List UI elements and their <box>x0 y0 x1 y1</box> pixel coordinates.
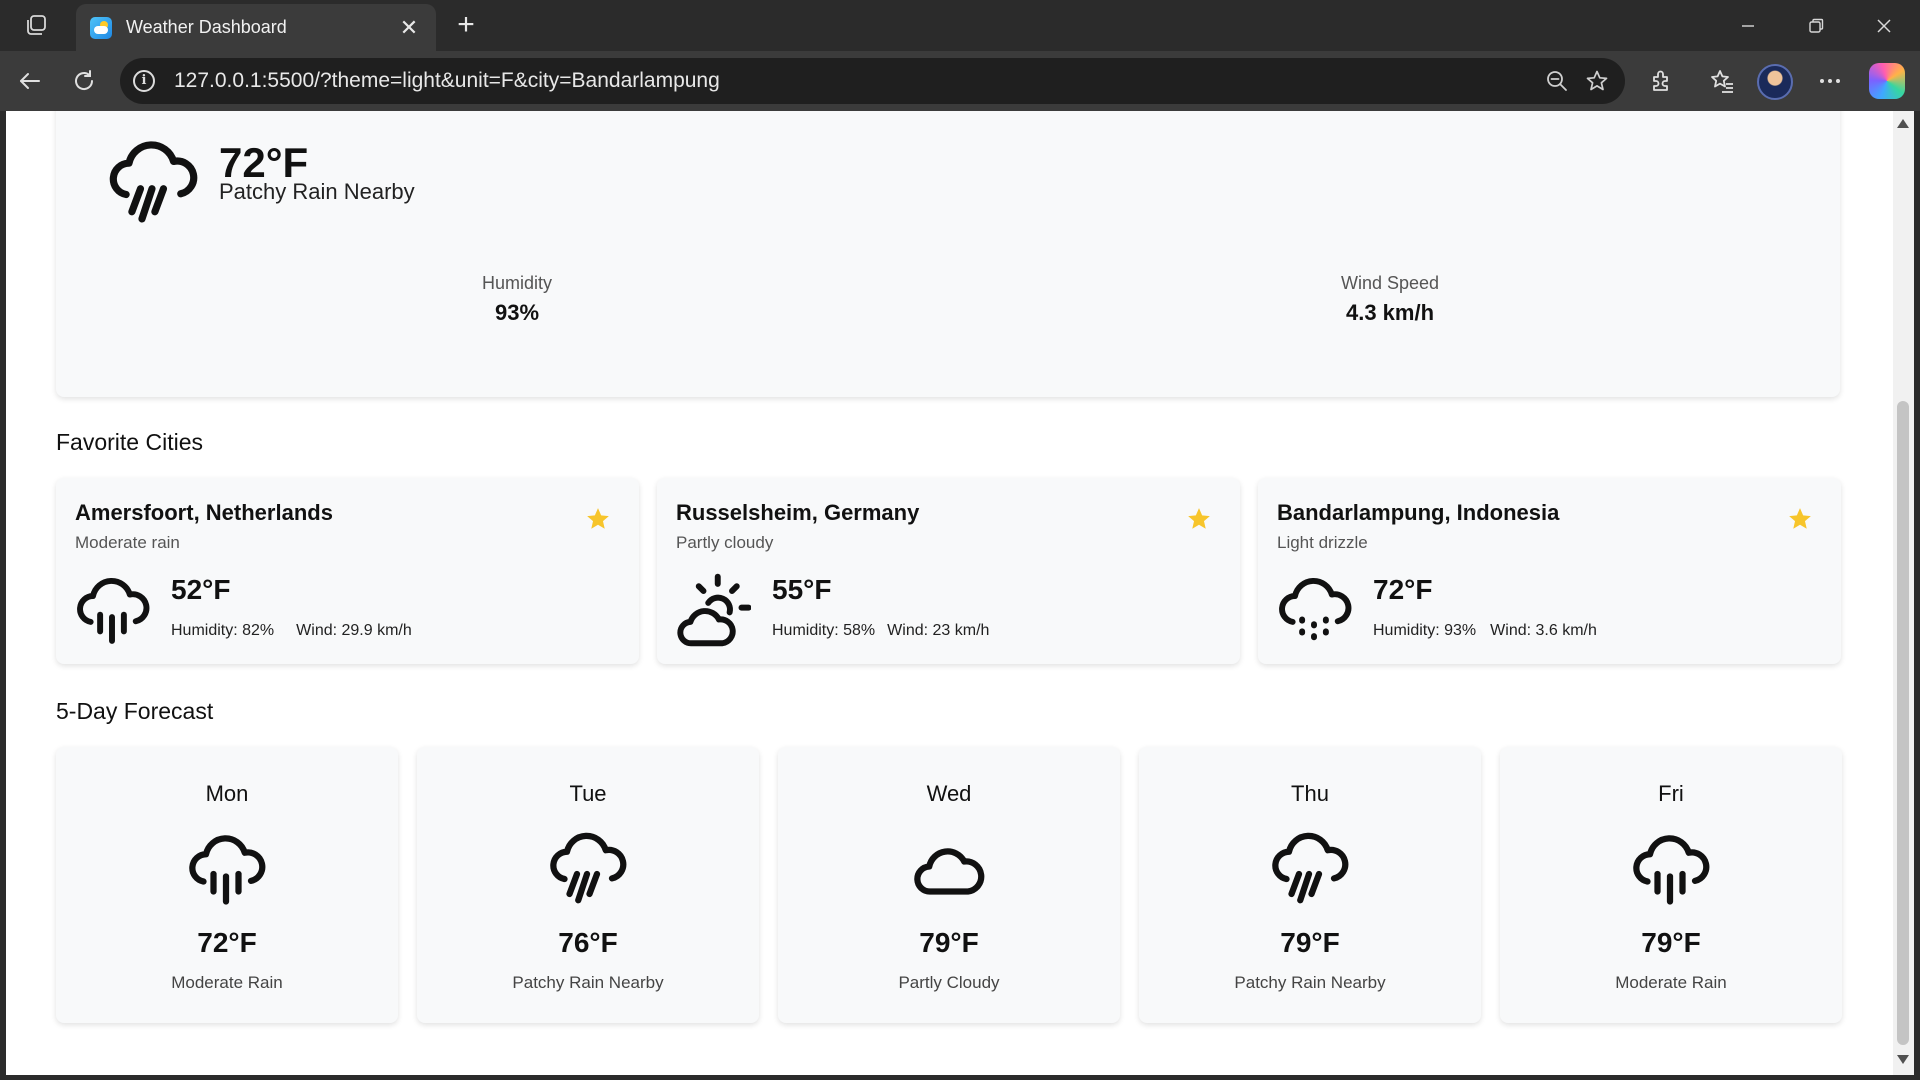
wind-speed-label: Wind Speed <box>1340 273 1440 293</box>
scrollbar-thumb[interactable] <box>1897 401 1909 1045</box>
forecast-temperature: 76°F <box>558 927 618 958</box>
city-meta: Humidity: 82% Wind: 29.9 km/h <box>171 622 412 640</box>
city-meta: Humidity: 58% Wind: 23 km/h <box>772 622 989 640</box>
forecast-temperature: 79°F <box>919 927 979 958</box>
city-condition: Moderate rain <box>75 533 180 552</box>
weather-favicon-icon <box>90 16 112 39</box>
forecast-day: Thu <box>1291 781 1329 806</box>
forecast-card: Fri 79°F Moderate Rain <box>1500 747 1842 1023</box>
new-tab-icon[interactable]: + <box>448 8 484 44</box>
zoom-out-icon[interactable] <box>1537 61 1577 101</box>
url-text[interactable]: 127.0.0.1:5500/?theme=light&unit=F&city=… <box>174 69 1537 93</box>
city-wind: Wind: 23 km/h <box>887 622 990 639</box>
favorite-star-icon[interactable] <box>1577 61 1617 101</box>
forecast-condition: Moderate Rain <box>1615 973 1727 992</box>
star-filled-icon[interactable] <box>1186 506 1212 532</box>
wind-speed-stat: Wind Speed 4.3 km/h <box>1240 273 1540 326</box>
city-name: Amersfoort, Netherlands <box>75 500 333 525</box>
forecast-day: Mon <box>205 781 249 806</box>
city-name: Russelsheim, Germany <box>676 500 920 525</box>
cloud-icon <box>914 848 985 895</box>
rain-heavy-icon <box>550 832 627 904</box>
current-weather-card: 72°F Patchy Rain Nearby Humidity 93% Win… <box>56 111 1840 397</box>
favorite-city-card[interactable]: Amersfoort, Netherlands Moderate rain 52… <box>56 478 639 664</box>
rain-heavy-icon <box>1272 832 1349 904</box>
rain-icon <box>189 835 266 905</box>
site-info-icon[interactable]: i <box>133 70 155 92</box>
minimize-icon[interactable] <box>1720 6 1776 46</box>
forecast-day: Fri <box>1658 781 1684 806</box>
city-temperature: 72°F <box>1373 574 1433 605</box>
extensions-icon[interactable] <box>1643 63 1679 99</box>
star-filled-icon[interactable] <box>585 506 611 532</box>
partly-cloudy-icon <box>677 573 751 647</box>
city-humidity: Humidity: 93% <box>1373 622 1477 639</box>
humidity-value: 93% <box>494 300 540 325</box>
favorite-cities-title: Favorite Cities <box>56 429 203 455</box>
rain-heavy-icon <box>109 141 198 223</box>
tab-actions-icon[interactable] <box>18 10 54 40</box>
favorites-icon[interactable] <box>1704 63 1740 99</box>
city-condition: Light drizzle <box>1277 533 1368 552</box>
forecast-condition: Patchy Rain Nearby <box>1234 973 1386 992</box>
back-icon[interactable] <box>12 63 48 99</box>
scroll-up-arrow-icon[interactable] <box>1897 119 1909 128</box>
city-temperature: 55°F <box>772 574 832 605</box>
favorite-city-card[interactable]: Russelsheim, Germany Partly cloudy 55°F … <box>657 478 1240 664</box>
forecast-temperature: 79°F <box>1280 927 1340 958</box>
copilot-icon[interactable] <box>1869 63 1905 99</box>
tab-title: Weather Dashboard <box>126 17 287 37</box>
city-humidity: Humidity: 82% <box>171 622 275 639</box>
humidity-stat: Humidity 93% <box>367 273 667 326</box>
tab-close-icon[interactable]: ✕ <box>396 15 422 41</box>
humidity-label: Humidity <box>481 273 552 293</box>
city-name: Bandarlampung, Indonesia <box>1277 500 1560 525</box>
browser-toolbar: i 127.0.0.1:5500/?theme=light&unit=F&cit… <box>0 51 1920 111</box>
drizzle-icon <box>1279 577 1352 641</box>
forecast-temperature: 79°F <box>1641 927 1701 958</box>
city-wind: Wind: 29.9 km/h <box>296 622 412 639</box>
more-options-icon[interactable] <box>1812 63 1848 99</box>
rain-icon <box>1633 835 1710 905</box>
window-bottom-edge <box>0 1075 1920 1080</box>
forecast-day: Tue <box>569 781 607 806</box>
favorite-city-card[interactable]: Bandarlampung, Indonesia Light drizzle 7… <box>1258 478 1841 664</box>
wind-speed-value: 4.3 km/h <box>1345 300 1435 325</box>
forecast-condition: Patchy Rain Nearby <box>512 973 664 992</box>
forecast-title: 5-Day Forecast <box>56 698 214 724</box>
forecast-card: Wed 79°F Partly Cloudy <box>778 747 1120 1023</box>
address-bar[interactable]: i 127.0.0.1:5500/?theme=light&unit=F&cit… <box>120 58 1625 104</box>
forecast-day: Wed <box>926 781 972 806</box>
rain-icon <box>77 577 150 644</box>
browser-tab[interactable]: Weather Dashboard ✕ <box>76 4 436 51</box>
city-condition: Partly cloudy <box>676 533 774 552</box>
city-temperature: 52°F <box>171 574 231 605</box>
close-window-icon[interactable] <box>1856 6 1912 46</box>
city-humidity: Humidity: 58% <box>772 622 876 639</box>
profile-avatar[interactable] <box>1757 64 1793 100</box>
refresh-icon[interactable] <box>66 63 102 99</box>
forecast-card: Thu 79°F Patchy Rain Nearby <box>1139 747 1481 1023</box>
restore-icon[interactable] <box>1788 6 1844 46</box>
page-viewport: 72°F Patchy Rain Nearby Humidity 93% Win… <box>6 111 1893 1075</box>
scroll-down-arrow-icon[interactable] <box>1897 1055 1909 1064</box>
forecast-condition: Moderate Rain <box>171 973 283 992</box>
page-scrollbar[interactable] <box>1893 111 1914 1075</box>
forecast-card: Mon 72°F Moderate Rain <box>56 747 398 1023</box>
browser-titlebar: Weather Dashboard ✕ + <box>0 0 1920 51</box>
city-wind: Wind: 3.6 km/h <box>1490 622 1597 639</box>
forecast-card: Tue 76°F Patchy Rain Nearby <box>417 747 759 1023</box>
forecast-condition: Partly Cloudy <box>898 973 1000 992</box>
star-filled-icon[interactable] <box>1787 506 1813 532</box>
city-meta: Humidity: 93% Wind: 3.6 km/h <box>1373 622 1597 640</box>
current-condition: Patchy Rain Nearby <box>219 179 415 204</box>
forecast-temperature: 72°F <box>197 927 257 958</box>
